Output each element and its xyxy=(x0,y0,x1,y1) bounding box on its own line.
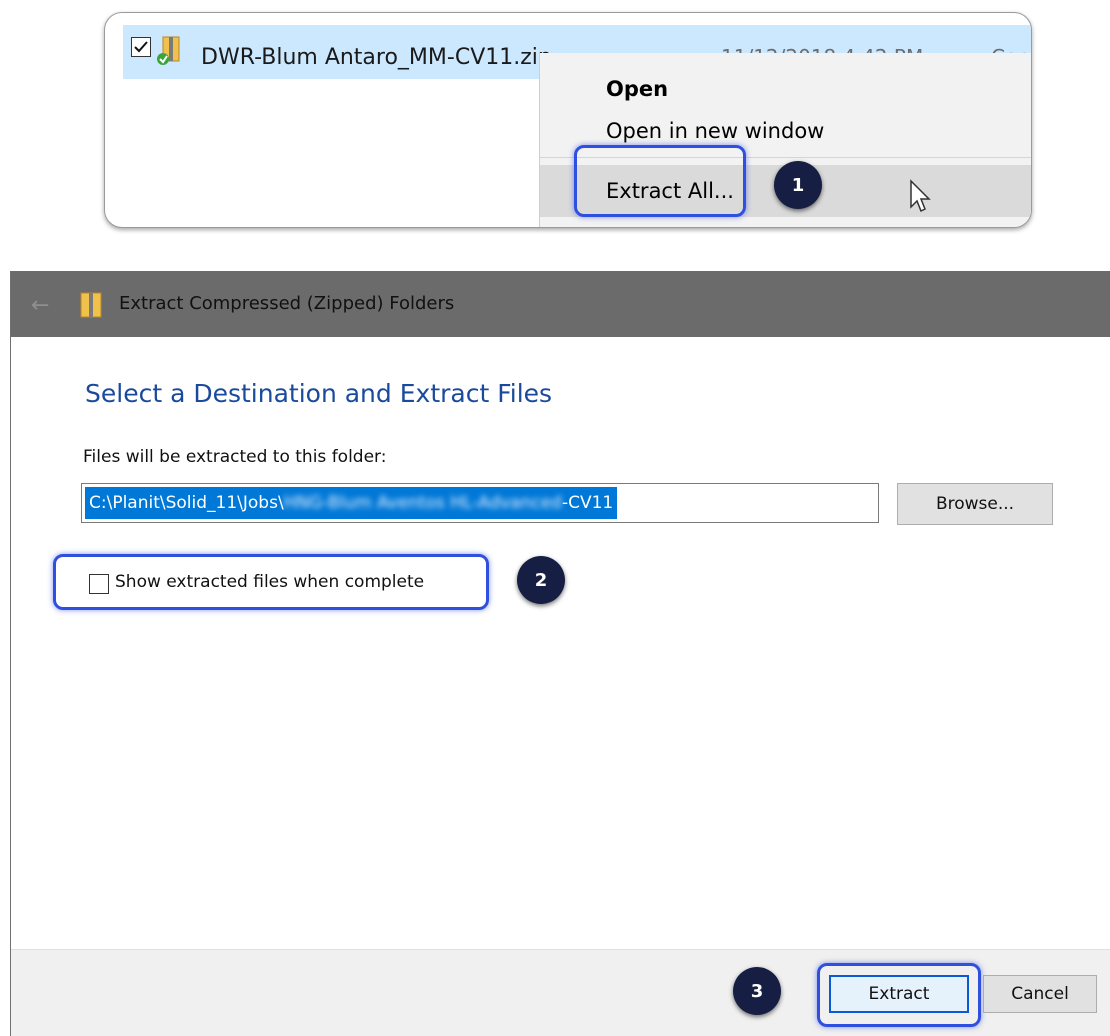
zip-folder-icon xyxy=(80,292,102,318)
dialog-title: Extract Compressed (Zipped) Folders xyxy=(119,293,455,314)
mouse-cursor-icon xyxy=(910,179,931,213)
explorer-context-menu-callout: DWR-Blum Antaro_MM-CV11.zip 11/12/2018 4… xyxy=(104,12,1032,228)
path-end-text: -CV11 xyxy=(561,493,614,513)
destination-path-selection: C:\Planit\Solid_11\Jobs\HNG-Blum Aventos… xyxy=(85,487,618,519)
step-badge-1: 1 xyxy=(774,161,822,209)
browse-button[interactable]: Browse... xyxy=(897,483,1053,525)
path-obscured-text: HNG-Blum Aventos HL-Advanced xyxy=(283,493,562,513)
dialog-heading: Select a Destination and Extract Files xyxy=(85,379,553,408)
previous-row-peek xyxy=(129,12,829,17)
step-badge-2: 2 xyxy=(517,556,565,604)
cancel-button[interactable]: Cancel xyxy=(983,975,1097,1013)
file-name: DWR-Blum Antaro_MM-CV11.zip xyxy=(201,45,552,70)
checkmark-icon xyxy=(134,41,148,53)
extract-dialog: ← Extract Compressed (Zipped) Folders Se… xyxy=(10,271,1110,1036)
show-files-highlight xyxy=(53,554,489,610)
file-checkbox[interactable] xyxy=(131,37,151,57)
destination-label: Files will be extracted to this folder: xyxy=(83,447,387,467)
extract-all-highlight xyxy=(574,145,746,217)
step-badge-3: 3 xyxy=(733,967,781,1015)
menu-item-open[interactable]: Open xyxy=(540,67,1031,111)
extract-button[interactable]: Extract xyxy=(829,975,969,1013)
zip-folder-icon xyxy=(157,36,180,65)
path-visible-text: C:\Planit\Solid_11\Jobs\ xyxy=(89,493,284,513)
back-arrow-icon[interactable]: ← xyxy=(31,293,49,318)
title-bar: ← Extract Compressed (Zipped) Folders xyxy=(11,271,1110,337)
dialog-footer: 3 Extract Cancel xyxy=(11,949,1110,1036)
